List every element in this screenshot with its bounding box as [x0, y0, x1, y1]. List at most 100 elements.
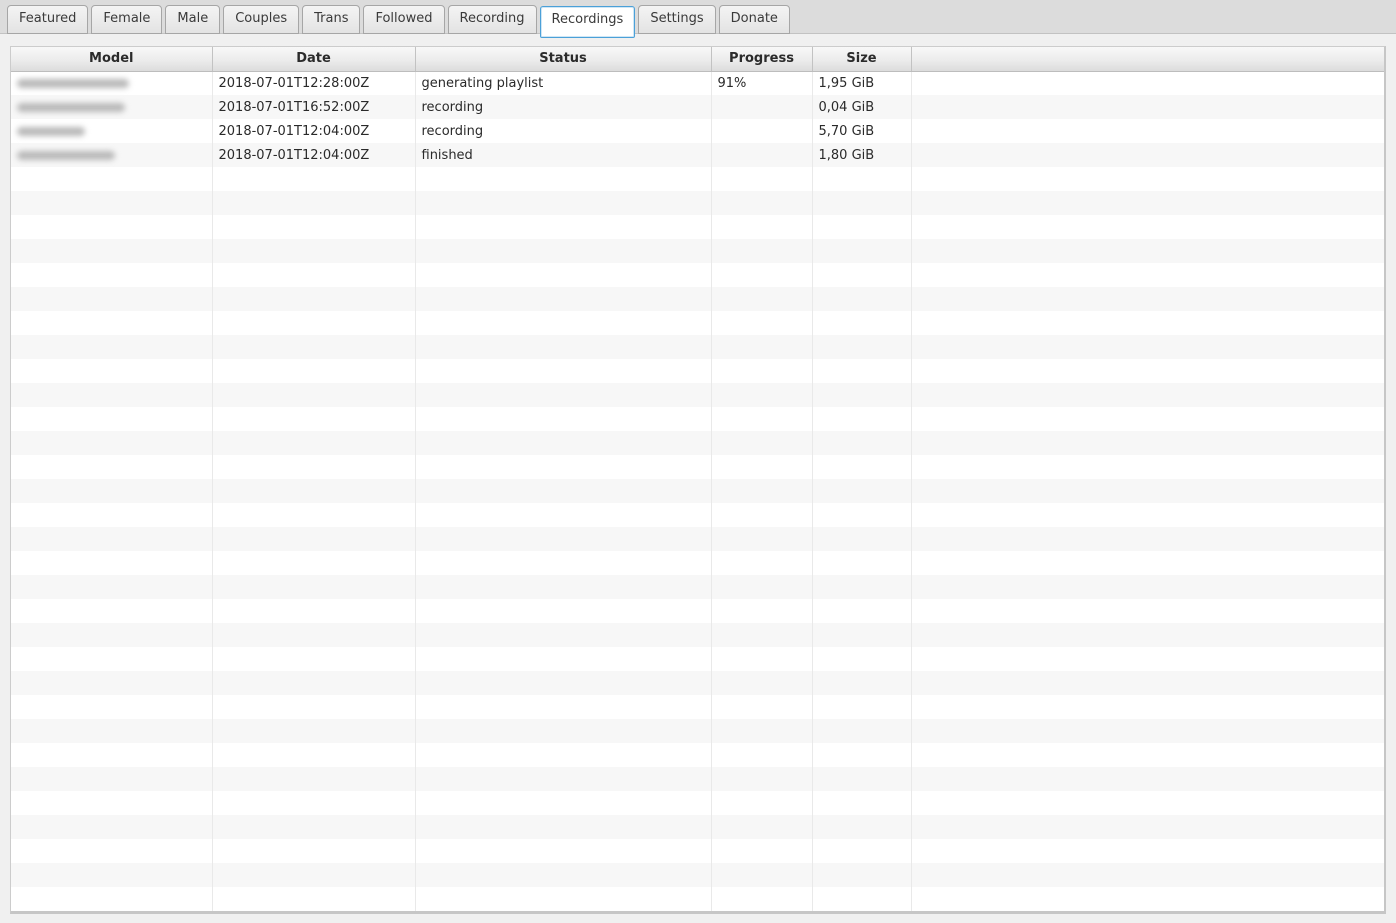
empty-table-row[interactable]	[11, 239, 1384, 263]
empty-cell	[212, 431, 415, 455]
empty-table-row[interactable]	[11, 287, 1384, 311]
column-header-date[interactable]: Date	[212, 47, 415, 71]
empty-cell	[415, 527, 711, 551]
empty-cell	[911, 671, 1384, 695]
tab-followed[interactable]: Followed	[363, 5, 444, 34]
empty-table-row[interactable]	[11, 815, 1384, 839]
empty-cell	[415, 551, 711, 575]
table-body: 2018-07-01T12:28:00Zgenerating playlist9…	[11, 71, 1384, 911]
cell-progress	[711, 95, 812, 119]
empty-table-row[interactable]	[11, 431, 1384, 455]
empty-cell	[911, 359, 1384, 383]
empty-cell	[711, 527, 812, 551]
empty-cell	[212, 767, 415, 791]
tab-donate[interactable]: Donate	[719, 5, 790, 34]
empty-table-row[interactable]	[11, 383, 1384, 407]
column-header-status[interactable]: Status	[415, 47, 711, 71]
empty-table-row[interactable]	[11, 623, 1384, 647]
empty-table-row[interactable]	[11, 191, 1384, 215]
empty-cell	[11, 335, 212, 359]
empty-cell	[812, 839, 911, 863]
empty-table-row[interactable]	[11, 335, 1384, 359]
empty-table-row[interactable]	[11, 527, 1384, 551]
empty-cell	[711, 575, 812, 599]
redacted-model-name	[17, 127, 85, 136]
empty-cell	[212, 623, 415, 647]
empty-cell	[11, 431, 212, 455]
empty-cell	[812, 191, 911, 215]
empty-table-row[interactable]	[11, 551, 1384, 575]
empty-table-row[interactable]	[11, 599, 1384, 623]
empty-table-row[interactable]	[11, 647, 1384, 671]
tab-male[interactable]: Male	[165, 5, 220, 34]
empty-table-row[interactable]	[11, 575, 1384, 599]
empty-cell	[911, 623, 1384, 647]
empty-table-row[interactable]	[11, 743, 1384, 767]
redacted-model-name	[17, 79, 129, 88]
tab-featured[interactable]: Featured	[7, 5, 88, 34]
cell-date: 2018-07-01T12:04:00Z	[212, 143, 415, 167]
empty-table-row[interactable]	[11, 671, 1384, 695]
empty-cell	[11, 503, 212, 527]
empty-cell	[911, 743, 1384, 767]
empty-cell	[11, 479, 212, 503]
empty-table-row[interactable]	[11, 863, 1384, 887]
tab-bar: FeaturedFemaleMaleCouplesTransFollowedRe…	[0, 0, 1396, 34]
empty-table-row[interactable]	[11, 887, 1384, 911]
empty-cell	[812, 767, 911, 791]
tab-couples[interactable]: Couples	[223, 5, 299, 34]
empty-cell	[415, 383, 711, 407]
empty-cell	[11, 623, 212, 647]
empty-table-row[interactable]	[11, 359, 1384, 383]
empty-table-row[interactable]	[11, 479, 1384, 503]
recording-row[interactable]: 2018-07-01T12:04:00Zrecording5,70 GiB	[11, 119, 1384, 143]
empty-table-row[interactable]	[11, 791, 1384, 815]
empty-cell	[212, 287, 415, 311]
empty-table-row[interactable]	[11, 767, 1384, 791]
empty-cell	[415, 407, 711, 431]
cell-size: 1,95 GiB	[812, 71, 911, 95]
empty-table-row[interactable]	[11, 167, 1384, 191]
empty-cell	[711, 263, 812, 287]
empty-table-row[interactable]	[11, 263, 1384, 287]
empty-cell	[415, 623, 711, 647]
tab-recordings[interactable]: Recordings	[540, 6, 636, 38]
empty-cell	[415, 839, 711, 863]
empty-cell	[711, 311, 812, 335]
empty-table-row[interactable]	[11, 839, 1384, 863]
empty-table-row[interactable]	[11, 311, 1384, 335]
empty-cell	[415, 575, 711, 599]
tab-recording[interactable]: Recording	[448, 5, 537, 34]
empty-cell	[812, 815, 911, 839]
column-header-model[interactable]: Model	[11, 47, 212, 71]
tab-settings[interactable]: Settings	[638, 5, 715, 34]
empty-table-row[interactable]	[11, 215, 1384, 239]
column-header-size[interactable]: Size	[812, 47, 911, 71]
tab-trans[interactable]: Trans	[302, 5, 360, 34]
empty-cell	[212, 479, 415, 503]
cell-size: 1,80 GiB	[812, 143, 911, 167]
empty-cell	[812, 335, 911, 359]
cell-filler	[911, 71, 1384, 95]
empty-cell	[812, 215, 911, 239]
empty-cell	[911, 719, 1384, 743]
empty-table-row[interactable]	[11, 503, 1384, 527]
empty-cell	[415, 863, 711, 887]
empty-cell	[812, 575, 911, 599]
recording-row[interactable]: 2018-07-01T16:52:00Zrecording0,04 GiB	[11, 95, 1384, 119]
recording-row[interactable]: 2018-07-01T12:28:00Zgenerating playlist9…	[11, 71, 1384, 95]
empty-table-row[interactable]	[11, 407, 1384, 431]
cell-date: 2018-07-01T12:04:00Z	[212, 119, 415, 143]
empty-cell	[911, 167, 1384, 191]
empty-table-row[interactable]	[11, 455, 1384, 479]
recording-row[interactable]: 2018-07-01T12:04:00Zfinished1,80 GiB	[11, 143, 1384, 167]
empty-table-row[interactable]	[11, 695, 1384, 719]
column-header-progress[interactable]: Progress	[711, 47, 812, 71]
tab-female[interactable]: Female	[91, 5, 162, 34]
empty-table-row[interactable]	[11, 719, 1384, 743]
empty-cell	[212, 239, 415, 263]
cell-progress	[711, 143, 812, 167]
empty-cell	[415, 767, 711, 791]
empty-cell	[711, 671, 812, 695]
empty-cell	[911, 599, 1384, 623]
